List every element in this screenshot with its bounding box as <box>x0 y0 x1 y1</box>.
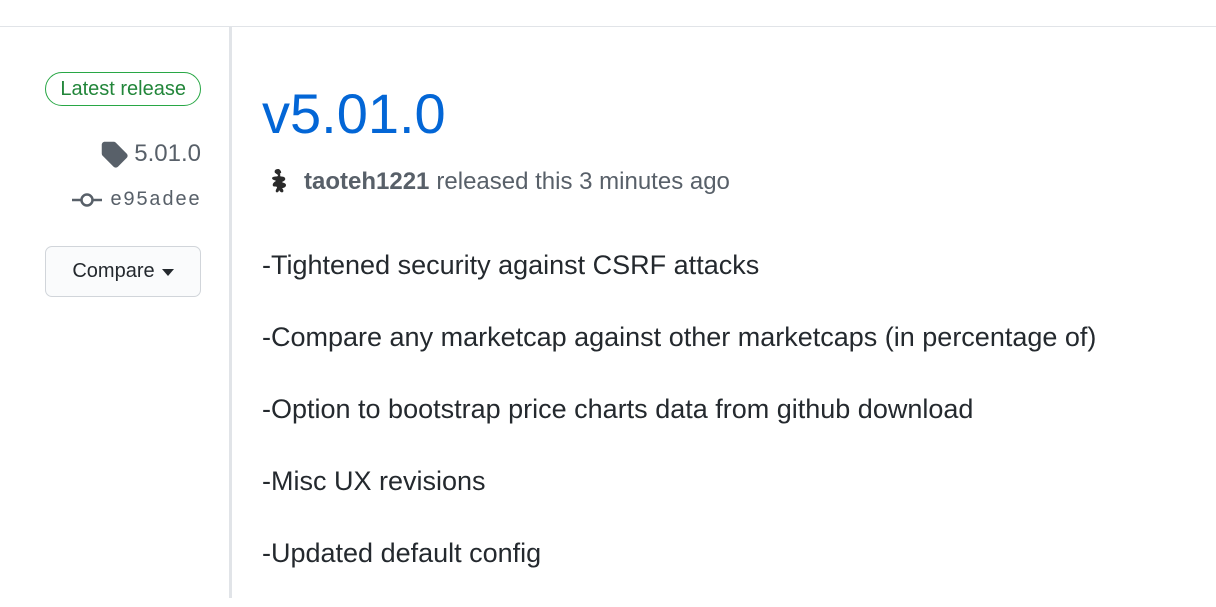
tag-name: 5.01.0 <box>134 140 201 167</box>
caret-down-icon <box>161 269 174 276</box>
release-notes: -Tightened security against CSRF attacks… <box>262 247 1096 607</box>
release-sidebar: Latest release 5.01.0 e95adee Compare <box>0 27 229 598</box>
release-note-item: -Tightened security against CSRF attacks <box>262 250 760 280</box>
latest-release-badge: Latest release <box>45 72 201 106</box>
release-note-item: -Misc UX revisions <box>262 466 486 496</box>
commit-sha: e95adee <box>109 188 201 212</box>
tag-icon <box>102 141 128 168</box>
release-note-item: -Compare any marketcap against other mar… <box>262 322 1097 352</box>
compare-button[interactable]: Compare <box>45 246 201 297</box>
git-commit-icon <box>71 193 102 207</box>
compare-label: Compare <box>72 260 155 282</box>
author-link[interactable]: taoteh1221 <box>304 168 429 196</box>
release-note-item: -Option to bootstrap price charts data f… <box>262 394 974 424</box>
release-title-link[interactable]: v5.01.0 <box>262 79 446 149</box>
tag-link[interactable]: 5.01.0 <box>100 138 201 170</box>
avatar[interactable] <box>262 166 294 198</box>
commit-link[interactable]: e95adee <box>71 187 201 213</box>
released-time: released this 3 minutes ago <box>436 168 730 195</box>
release-note-item: -Updated default config <box>262 538 542 568</box>
timeline-divider <box>229 27 232 598</box>
release-byline: taoteh1221 released this 3 minutes ago <box>262 166 730 198</box>
